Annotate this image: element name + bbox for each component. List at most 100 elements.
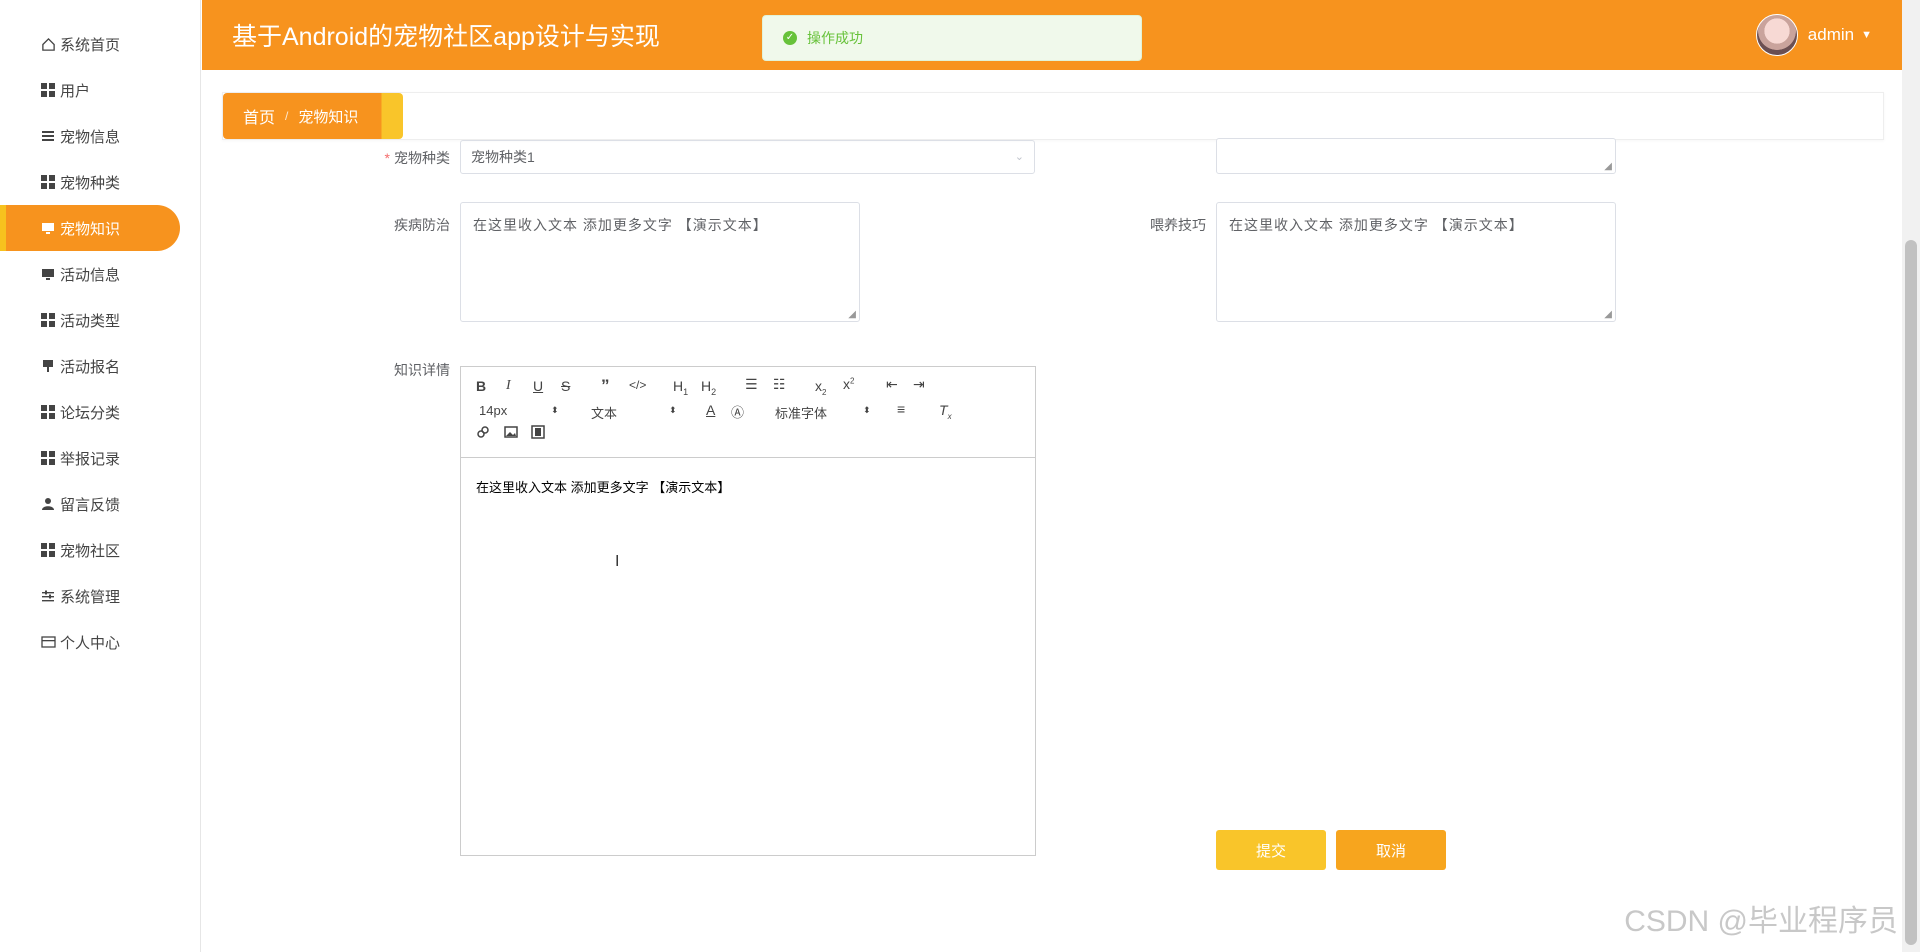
sidebar-item-report-record[interactable]: 举报记录 [0, 435, 180, 481]
subscript-icon[interactable]: x2 [815, 378, 826, 397]
sidebar-item-activity-signup[interactable]: 活动报名 [0, 343, 180, 389]
sidebar-item-label: 系统首页 [60, 36, 121, 54]
sidebar-item-label: 系统管理 [60, 588, 121, 606]
clear-format-icon[interactable]: Tx [939, 402, 952, 421]
scrollbar[interactable] [1902, 0, 1920, 952]
feeding-textarea[interactable]: 在这里收入文本 添加更多文字 【演示文本】 ◢ [1216, 202, 1616, 322]
code-icon[interactable]: </> [629, 378, 646, 392]
strikethrough-icon[interactable]: S [561, 378, 570, 394]
indent-icon[interactable]: ⇥ [913, 376, 925, 393]
grid-icon [40, 174, 56, 190]
block-type-select[interactable]: 文本 ⬍ [591, 403, 681, 422]
grid-icon [40, 312, 56, 328]
align-icon[interactable]: ≡ [897, 401, 905, 417]
breadcrumb-separator: / [285, 109, 289, 123]
background-color-icon[interactable]: Ⓐ [731, 402, 744, 421]
font-size-select[interactable]: 14px ⬍ [479, 403, 559, 418]
sidebar-item-label: 宠物社区 [60, 542, 121, 560]
bullet-list-icon[interactable]: ☷ [773, 376, 786, 393]
sidebar-item-label: 论坛分类 [60, 404, 121, 422]
disease-text: 在这里收入文本 添加更多文字 【演示文本】 [473, 217, 768, 233]
sidebar-item-system[interactable]: 系统管理 [0, 573, 180, 619]
sidebar-item-feedback[interactable]: 留言反馈 [0, 481, 180, 527]
sidebar-item-home[interactable]: 系统首页 [0, 21, 180, 67]
sidebar-item-label: 个人中心 [60, 634, 121, 652]
grid-icon [40, 82, 56, 98]
right-top-textarea[interactable]: ◢ [1216, 138, 1616, 174]
underline-icon[interactable]: U [533, 378, 543, 394]
image-icon[interactable] [504, 425, 518, 442]
app-title: 基于Android的宠物社区app设计与实现 [232, 23, 660, 51]
sliders-icon [40, 588, 56, 604]
top-header: 基于Android的宠物社区app设计与实现 ✓ 操作成功 admin ▼ [202, 0, 1902, 70]
submit-button[interactable]: 提交 [1216, 830, 1326, 870]
ordered-list-icon[interactable]: ☰ [745, 376, 758, 393]
sidebar-item-activity-info[interactable]: 活动信息 [0, 251, 180, 297]
sidebar-item-forum-category[interactable]: 论坛分类 [0, 389, 180, 435]
link-icon[interactable] [476, 425, 490, 442]
sidebar-item-label: 活动信息 [60, 266, 121, 284]
editor-content[interactable]: 在这里收入文本 添加更多文字 【演示文本】 [476, 477, 730, 496]
pet-type-select[interactable]: 宠物种类1 ⌄ [460, 140, 1035, 174]
sidebar-item-user[interactable]: 用户 [0, 67, 180, 113]
video-icon[interactable] [531, 425, 545, 442]
superscript-icon[interactable]: x2 [843, 376, 854, 392]
sidebar-item-label: 宠物知识 [60, 220, 121, 238]
pin-icon [40, 358, 56, 374]
disease-label: 疾病防治 [394, 217, 450, 233]
check-circle-icon: ✓ [783, 31, 797, 45]
sidebar-item-pet-knowledge[interactable]: 宠物知识 [0, 205, 180, 251]
avatar[interactable] [1755, 14, 1798, 56]
italic-icon[interactable]: I [506, 378, 511, 394]
feeding-label: 喂养技巧 [1150, 217, 1206, 233]
resize-grip-icon: ◢ [1604, 161, 1613, 172]
sidebar-item-pet-type[interactable]: 宠物种类 [0, 159, 180, 205]
monitor-icon [40, 266, 56, 282]
sidebar-item-activity-type[interactable]: 活动类型 [0, 297, 180, 343]
pet-type-value: 宠物种类1 [471, 149, 535, 165]
disease-textarea[interactable]: 在这里收入文本 添加更多文字 【演示文本】 ◢ [460, 202, 860, 322]
feeding-text: 在这里收入文本 添加更多文字 【演示文本】 [1229, 217, 1524, 233]
sidebar-item-label: 宠物种类 [60, 174, 121, 192]
sidebar-item-pet-info[interactable]: 宠物信息 [0, 113, 180, 159]
cancel-button[interactable]: 取消 [1336, 830, 1446, 870]
h2-icon[interactable]: H2 [701, 378, 716, 397]
sidebar-item-label: 举报记录 [60, 450, 121, 468]
breadcrumb: 首页 / 宠物知识 [223, 93, 403, 139]
success-toast: ✓ 操作成功 [762, 15, 1142, 61]
resize-grip-icon: ◢ [848, 309, 857, 320]
breadcrumb-current: 宠物知识 [298, 108, 359, 126]
breadcrumb-home[interactable]: 首页 [243, 104, 275, 128]
resize-grip-icon: ◢ [1604, 309, 1613, 320]
bold-icon[interactable]: B [476, 378, 486, 394]
font-size-value: 14px [479, 403, 508, 418]
font-family-select[interactable]: 标准字体 ⬍ [775, 403, 875, 422]
up-down-icon: ⬍ [669, 405, 677, 415]
caret-down-icon[interactable]: ▼ [1861, 29, 1872, 41]
rich-text-editor[interactable]: B I U S ” </> H1 H2 ☰ ☷ x2 x2 ⇤ ⇥ 14px ⬍… [460, 366, 1036, 856]
blockquote-icon[interactable]: ” [601, 376, 610, 396]
username[interactable]: admin [1808, 25, 1854, 45]
sidebar-item-pet-community[interactable]: 宠物社区 [0, 527, 180, 573]
text-color-icon[interactable]: A [706, 402, 715, 418]
required-mark: * [384, 150, 390, 166]
card-icon [40, 634, 56, 650]
monitor-icon [40, 220, 56, 236]
toast-text: 操作成功 [807, 30, 863, 46]
home-icon [40, 36, 56, 52]
list-icon [40, 128, 56, 144]
text-cursor-icon: I [615, 553, 620, 570]
outdent-icon[interactable]: ⇤ [886, 376, 898, 393]
user-menu[interactable]: admin ▼ [1755, 14, 1872, 56]
sidebar-item-label: 活动报名 [60, 358, 121, 376]
up-down-icon: ⬍ [551, 405, 559, 415]
h1-icon[interactable]: H1 [673, 378, 688, 397]
sidebar-item-label: 留言反馈 [60, 496, 121, 514]
sidebar-item-profile[interactable]: 个人中心 [0, 619, 180, 665]
pet-type-label: * 宠物种类 [370, 148, 450, 168]
block-type-value: 文本 [591, 406, 618, 421]
breadcrumb-bar: 首页 / 宠物知识 [222, 92, 1884, 140]
sidebar-item-label: 用户 [60, 82, 91, 100]
scrollbar-thumb[interactable] [1905, 240, 1917, 945]
font-family-value: 标准字体 [775, 406, 828, 421]
